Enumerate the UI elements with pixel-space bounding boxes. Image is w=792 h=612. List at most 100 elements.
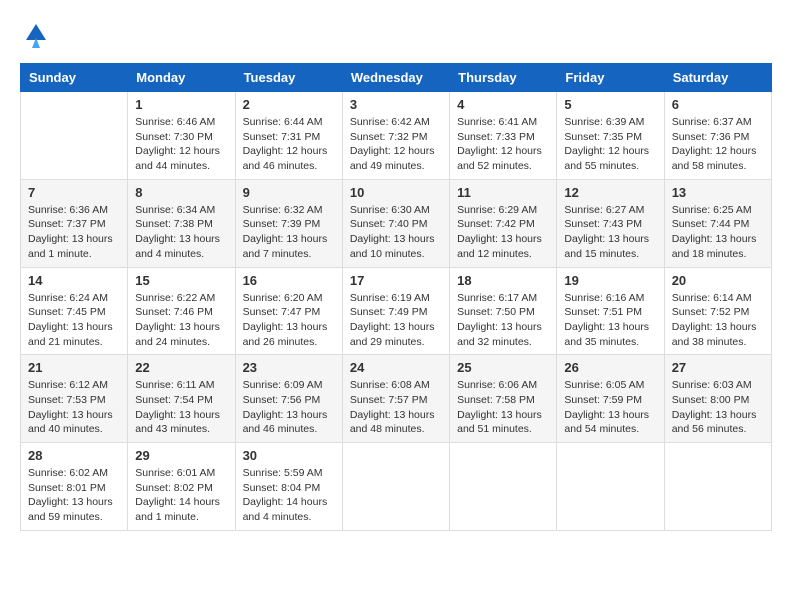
calendar-table: SundayMondayTuesdayWednesdayThursdayFrid… bbox=[20, 63, 772, 531]
day-number: 18 bbox=[457, 273, 549, 288]
calendar-cell: 13 Sunrise: 6:25 AMSunset: 7:44 PMDayligh… bbox=[664, 179, 771, 267]
calendar-cell bbox=[450, 443, 557, 531]
day-number: 1 bbox=[135, 97, 227, 112]
day-info: Sunrise: 6:01 AMSunset: 8:02 PMDaylight:… bbox=[135, 466, 227, 525]
calendar-cell bbox=[342, 443, 449, 531]
calendar-cell: 20 Sunrise: 6:14 AMSunset: 7:52 PMDayligh… bbox=[664, 267, 771, 355]
calendar-cell: 18 Sunrise: 6:17 AMSunset: 7:50 PMDayligh… bbox=[450, 267, 557, 355]
day-info: Sunrise: 6:25 AMSunset: 7:44 PMDaylight:… bbox=[672, 203, 764, 262]
calendar-cell: 8Sunrise: 6:34 AMSunset: 7:38 PMDaylight… bbox=[128, 179, 235, 267]
calendar-cell: 25 Sunrise: 6:06 AMSunset: 7:58 PMDayligh… bbox=[450, 355, 557, 443]
day-info: Sunrise: 6:06 AMSunset: 7:58 PMDaylight:… bbox=[457, 378, 549, 437]
calendar-cell bbox=[664, 443, 771, 531]
day-number: 19 bbox=[564, 273, 656, 288]
day-info: Sunrise: 5:59 AMSunset: 8:04 PMDaylight:… bbox=[243, 466, 335, 525]
calendar-cell: 14 Sunrise: 6:24 AMSunset: 7:45 PMDayligh… bbox=[21, 267, 128, 355]
day-number: 27 bbox=[672, 360, 764, 375]
calendar-cell: 6Sunrise: 6:37 AMSunset: 7:36 PMDaylight… bbox=[664, 92, 771, 180]
day-number: 3 bbox=[350, 97, 442, 112]
day-info: Sunrise: 6:32 AMSunset: 7:39 PMDaylight:… bbox=[243, 203, 335, 262]
day-info: Sunrise: 6:41 AMSunset: 7:33 PMDaylight:… bbox=[457, 115, 549, 174]
calendar-week-row: 1 Sunrise: 6:46 AMSunset: 7:30 PMDaylight… bbox=[21, 92, 772, 180]
calendar-cell: 7 Sunrise: 6:36 AMSunset: 7:37 PMDaylight… bbox=[21, 179, 128, 267]
day-info: Sunrise: 6:08 AMSunset: 7:57 PMDaylight:… bbox=[350, 378, 442, 437]
calendar-cell: 30 Sunrise: 5:59 AMSunset: 8:04 PMDayligh… bbox=[235, 443, 342, 531]
day-number: 28 bbox=[28, 448, 120, 463]
logo bbox=[20, 20, 50, 53]
calendar-week-row: 21 Sunrise: 6:12 AMSunset: 7:53 PMDayligh… bbox=[21, 355, 772, 443]
calendar-cell: 24 Sunrise: 6:08 AMSunset: 7:57 PMDayligh… bbox=[342, 355, 449, 443]
calendar-cell: 29 Sunrise: 6:01 AMSunset: 8:02 PMDayligh… bbox=[128, 443, 235, 531]
calendar-cell: 26 Sunrise: 6:05 AMSunset: 7:59 PMDayligh… bbox=[557, 355, 664, 443]
day-number: 14 bbox=[28, 273, 120, 288]
calendar-week-row: 28 Sunrise: 6:02 AMSunset: 8:01 PMDayligh… bbox=[21, 443, 772, 531]
weekday-header-wednesday: Wednesday bbox=[342, 64, 449, 92]
calendar-cell: 17 Sunrise: 6:19 AMSunset: 7:49 PMDayligh… bbox=[342, 267, 449, 355]
day-info: Sunrise: 6:11 AMSunset: 7:54 PMDaylight:… bbox=[135, 378, 227, 437]
calendar-cell: 16Sunrise: 6:20 AMSunset: 7:47 PMDayligh… bbox=[235, 267, 342, 355]
calendar-cell: 27 Sunrise: 6:03 AMSunset: 8:00 PMDayligh… bbox=[664, 355, 771, 443]
day-info: Sunrise: 6:42 AMSunset: 7:32 PMDaylight:… bbox=[350, 115, 442, 174]
calendar-cell: 21 Sunrise: 6:12 AMSunset: 7:53 PMDayligh… bbox=[21, 355, 128, 443]
day-info: Sunrise: 6:05 AMSunset: 7:59 PMDaylight:… bbox=[564, 378, 656, 437]
day-number: 4 bbox=[457, 97, 549, 112]
day-info: Sunrise: 6:39 AMSunset: 7:35 PMDaylight:… bbox=[564, 115, 656, 174]
weekday-header-thursday: Thursday bbox=[450, 64, 557, 92]
calendar-cell: 12 Sunrise: 6:27 AMSunset: 7:43 PMDayligh… bbox=[557, 179, 664, 267]
day-number: 29 bbox=[135, 448, 227, 463]
day-number: 21 bbox=[28, 360, 120, 375]
day-number: 11 bbox=[457, 185, 549, 200]
weekday-header-row: SundayMondayTuesdayWednesdayThursdayFrid… bbox=[21, 64, 772, 92]
day-info: Sunrise: 6:36 AMSunset: 7:37 PMDaylight:… bbox=[28, 203, 120, 262]
day-info: Sunrise: 6:19 AMSunset: 7:49 PMDaylight:… bbox=[350, 291, 442, 350]
calendar-cell: 5 Sunrise: 6:39 AMSunset: 7:35 PMDaylight… bbox=[557, 92, 664, 180]
weekday-header-tuesday: Tuesday bbox=[235, 64, 342, 92]
day-info: Sunrise: 6:12 AMSunset: 7:53 PMDaylight:… bbox=[28, 378, 120, 437]
calendar-cell: 4 Sunrise: 6:41 AMSunset: 7:33 PMDaylight… bbox=[450, 92, 557, 180]
day-number: 26 bbox=[564, 360, 656, 375]
day-number: 30 bbox=[243, 448, 335, 463]
calendar-cell: 1 Sunrise: 6:46 AMSunset: 7:30 PMDaylight… bbox=[128, 92, 235, 180]
day-info: Sunrise: 6:29 AMSunset: 7:42 PMDaylight:… bbox=[457, 203, 549, 262]
calendar-cell: 22Sunrise: 6:11 AMSunset: 7:54 PMDayligh… bbox=[128, 355, 235, 443]
day-info: Sunrise: 6:22 AMSunset: 7:46 PMDaylight:… bbox=[135, 291, 227, 350]
day-info: Sunrise: 6:24 AMSunset: 7:45 PMDaylight:… bbox=[28, 291, 120, 350]
day-number: 25 bbox=[457, 360, 549, 375]
day-number: 17 bbox=[350, 273, 442, 288]
calendar-cell: 2 Sunrise: 6:44 AMSunset: 7:31 PMDaylight… bbox=[235, 92, 342, 180]
day-info: Sunrise: 6:09 AMSunset: 7:56 PMDaylight:… bbox=[243, 378, 335, 437]
day-number: 10 bbox=[350, 185, 442, 200]
day-info: Sunrise: 6:03 AMSunset: 8:00 PMDaylight:… bbox=[672, 378, 764, 437]
day-number: 13 bbox=[672, 185, 764, 200]
day-number: 8 bbox=[135, 185, 227, 200]
day-info: Sunrise: 6:16 AMSunset: 7:51 PMDaylight:… bbox=[564, 291, 656, 350]
day-info: Sunrise: 6:37 AMSunset: 7:36 PMDaylight:… bbox=[672, 115, 764, 174]
day-info: Sunrise: 6:02 AMSunset: 8:01 PMDaylight:… bbox=[28, 466, 120, 525]
weekday-header-saturday: Saturday bbox=[664, 64, 771, 92]
calendar-cell: 19 Sunrise: 6:16 AMSunset: 7:51 PMDayligh… bbox=[557, 267, 664, 355]
calendar-cell: 10Sunrise: 6:30 AMSunset: 7:40 PMDayligh… bbox=[342, 179, 449, 267]
calendar-cell: 9 Sunrise: 6:32 AMSunset: 7:39 PMDaylight… bbox=[235, 179, 342, 267]
calendar-cell bbox=[557, 443, 664, 531]
day-number: 5 bbox=[564, 97, 656, 112]
day-info: Sunrise: 6:27 AMSunset: 7:43 PMDaylight:… bbox=[564, 203, 656, 262]
day-info: Sunrise: 6:17 AMSunset: 7:50 PMDaylight:… bbox=[457, 291, 549, 350]
weekday-header-monday: Monday bbox=[128, 64, 235, 92]
day-number: 12 bbox=[564, 185, 656, 200]
calendar-cell: 28 Sunrise: 6:02 AMSunset: 8:01 PMDayligh… bbox=[21, 443, 128, 531]
day-number: 23 bbox=[243, 360, 335, 375]
weekday-header-sunday: Sunday bbox=[21, 64, 128, 92]
day-number: 20 bbox=[672, 273, 764, 288]
day-number: 7 bbox=[28, 185, 120, 200]
day-number: 24 bbox=[350, 360, 442, 375]
calendar-cell: 23 Sunrise: 6:09 AMSunset: 7:56 PMDayligh… bbox=[235, 355, 342, 443]
day-info: Sunrise: 6:44 AMSunset: 7:31 PMDaylight:… bbox=[243, 115, 335, 174]
day-info: Sunrise: 6:14 AMSunset: 7:52 PMDaylight:… bbox=[672, 291, 764, 350]
day-info: Sunrise: 6:20 AMSunset: 7:47 PMDaylight:… bbox=[243, 291, 335, 350]
calendar-cell bbox=[21, 92, 128, 180]
day-info: Sunrise: 6:46 AMSunset: 7:30 PMDaylight:… bbox=[135, 115, 227, 174]
day-number: 2 bbox=[243, 97, 335, 112]
weekday-header-friday: Friday bbox=[557, 64, 664, 92]
calendar-week-row: 14 Sunrise: 6:24 AMSunset: 7:45 PMDayligh… bbox=[21, 267, 772, 355]
day-number: 9 bbox=[243, 185, 335, 200]
